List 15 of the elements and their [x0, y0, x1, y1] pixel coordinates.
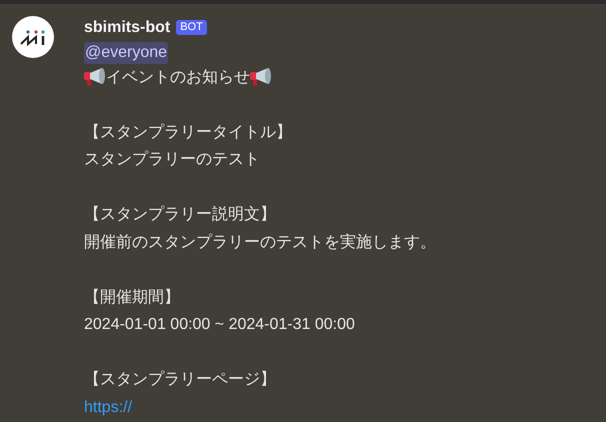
announcement-title: イベントのお知らせ — [106, 68, 250, 88]
author-name[interactable]: sbimits-bot — [84, 14, 170, 42]
message-line: 【開催期間】 — [84, 288, 181, 308]
mention[interactable]: @everyone — [84, 42, 168, 64]
message-line: 2024-01-01 00:00 ~ 2024-01-31 00:00 — [84, 315, 356, 335]
bot-badge: BOT — [176, 20, 207, 36]
message-line: スタンプラリーのテスト — [84, 150, 261, 170]
message-line: 【スタンプラリーページ】 — [84, 370, 277, 390]
message-line: 開催前のスタンプラリーのテストを実施します。 — [84, 232, 436, 252]
megaphone-icon — [84, 67, 106, 88]
avatar-logo-icon[interactable] — [12, 16, 54, 58]
message-line: 【スタンプラリー説明文】 — [84, 204, 277, 225]
link[interactable]: https:// — [84, 398, 132, 416]
message-line: 【スタンプラリータイトル】 — [84, 122, 293, 142]
megaphone-icon — [250, 67, 272, 88]
